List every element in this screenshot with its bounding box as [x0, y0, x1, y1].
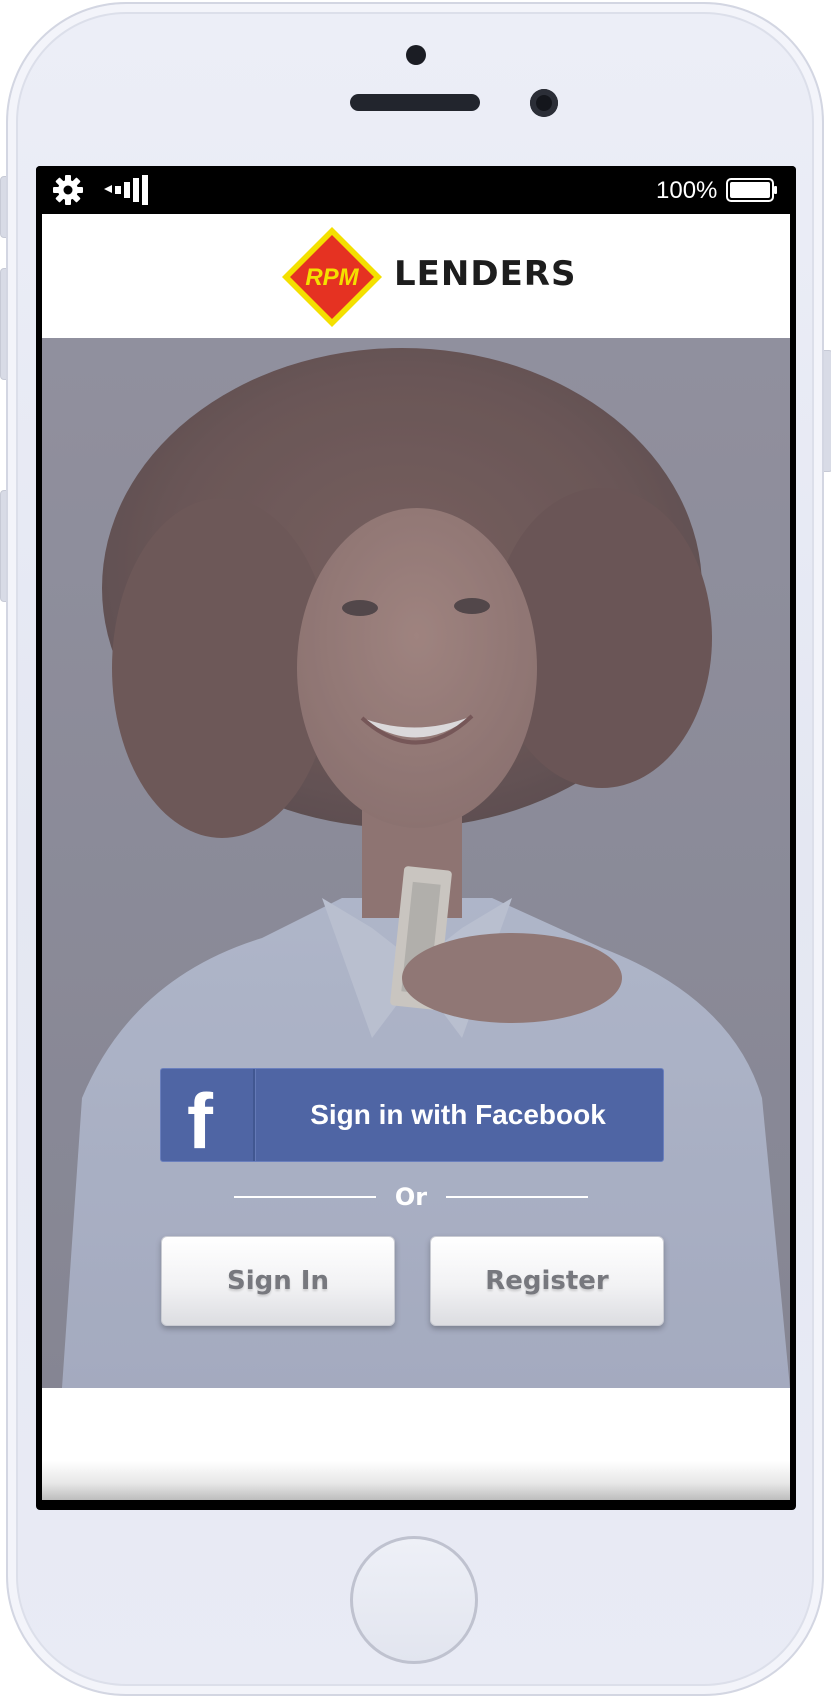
home-button[interactable] — [350, 1536, 478, 1664]
front-camera — [530, 89, 558, 117]
signal-icon — [104, 175, 148, 205]
hero-image — [42, 338, 790, 1388]
facebook-signin-label: Sign in with Facebook — [310, 1099, 606, 1130]
app-header: RPM LENDERS — [42, 214, 790, 338]
battery-percentage: 100% — [656, 177, 718, 204]
device-mockup: 100% RPM LENDERS f Sign in with Facebook… — [0, 0, 831, 1700]
logo-text: RPM — [305, 264, 359, 291]
woman-photo — [42, 338, 790, 1388]
earpiece-speaker — [350, 94, 480, 111]
power-button — [823, 350, 831, 472]
or-divider: Or — [234, 1180, 588, 1214]
screen: 100% RPM LENDERS — [36, 166, 796, 1510]
register-button[interactable]: Register — [430, 1236, 664, 1326]
gear-icon[interactable] — [52, 174, 84, 206]
rpm-logo: RPM — [282, 227, 382, 327]
status-bar: 100% — [36, 166, 796, 214]
sign-in-button[interactable]: Sign In — [161, 1236, 395, 1326]
or-text: Or — [394, 1183, 428, 1211]
brand-name: LENDERS — [394, 254, 577, 294]
facebook-icon-box: f — [161, 1069, 255, 1161]
facebook-icon: f — [187, 1077, 213, 1165]
front-sensor — [406, 45, 426, 65]
battery-icon — [726, 178, 777, 202]
footer-area — [42, 1388, 790, 1500]
divider-line-left — [234, 1196, 376, 1198]
divider-line-right — [446, 1196, 588, 1198]
facebook-signin-button[interactable]: f Sign in with Facebook — [160, 1068, 664, 1162]
